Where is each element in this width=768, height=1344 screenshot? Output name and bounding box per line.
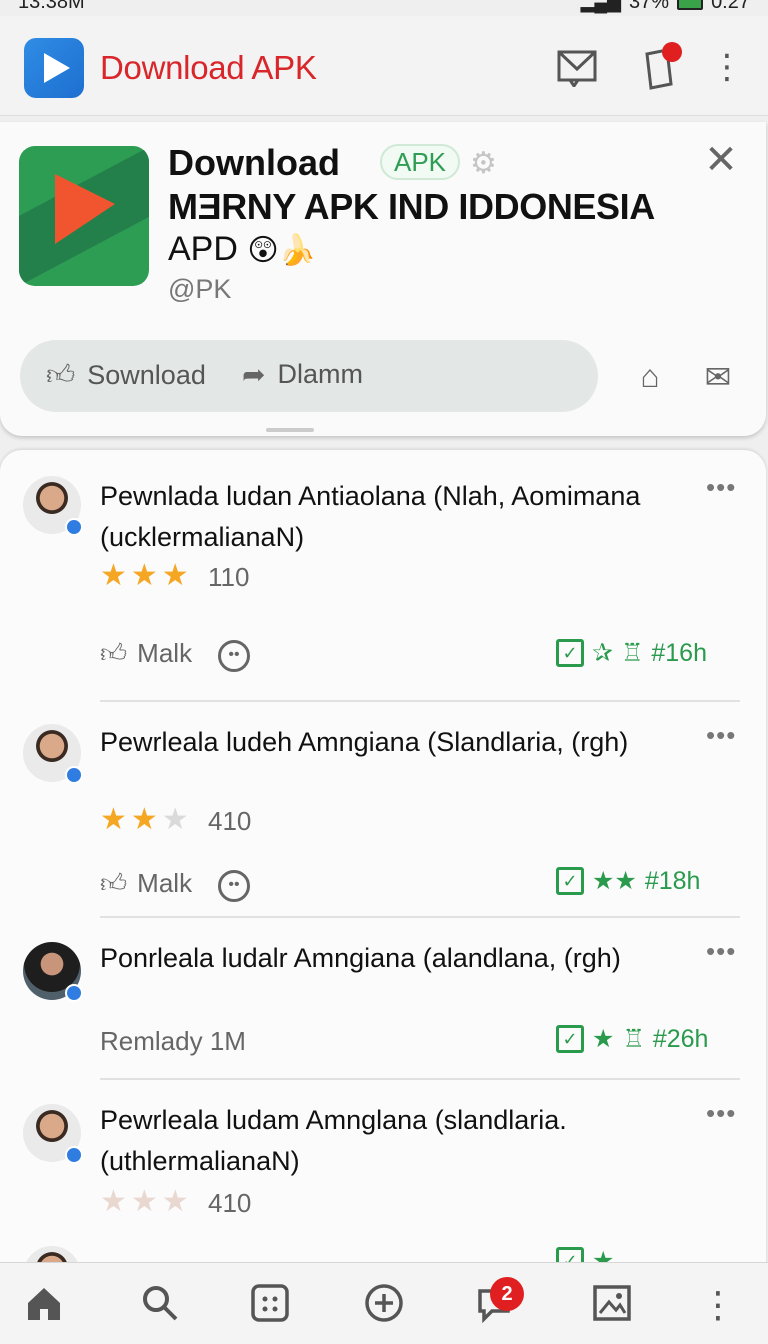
sownload-button[interactable]: 👍︎ Sownload xyxy=(46,358,206,392)
rating-stars: ★★★ xyxy=(100,803,193,836)
thumbs-up-icon: 👍︎ xyxy=(100,868,128,898)
more-vert-icon[interactable]: ⋮ xyxy=(702,42,752,92)
star-icon: ✰ xyxy=(592,639,613,667)
app-logo[interactable] xyxy=(24,38,84,98)
like-label: Malk xyxy=(137,868,193,898)
avatar[interactable] xyxy=(23,476,83,536)
status-bar: 13:38M ▂▄▆ 37% 0:27 xyxy=(0,0,768,14)
battery-percent: 37% xyxy=(629,0,670,13)
comment-icon[interactable]: •• xyxy=(218,870,250,902)
dlamm-button[interactable]: ➦ Dlamm xyxy=(242,358,363,391)
app-handle: @PK xyxy=(168,274,232,304)
settings-badge-icon xyxy=(662,42,682,62)
avatar[interactable] xyxy=(23,942,83,1002)
secondary-text: Remlady 1M xyxy=(100,1026,246,1056)
envelope-icon[interactable]: ✉ xyxy=(696,358,740,398)
add-icon[interactable] xyxy=(360,1283,408,1327)
rating-stars: ★★★ xyxy=(100,559,193,592)
mail-icon[interactable] xyxy=(552,42,602,92)
signal-icon: ▂▄▆ xyxy=(580,0,622,12)
like-label: Malk xyxy=(137,638,193,668)
app-bar: Download APK ⋮ xyxy=(0,16,768,116)
review-time: #26h xyxy=(652,1024,709,1053)
more-vert-icon[interactable]: ⋮ xyxy=(694,1283,742,1327)
review-meta: ✓ ✰ ♖ #16h xyxy=(556,638,707,668)
more-icon[interactable]: ••• xyxy=(706,936,736,967)
verified-icon xyxy=(65,766,83,784)
review-text: Pewnlada ludan Antiaolana (Nlah, Aomiman… xyxy=(100,481,641,552)
more-icon[interactable]: ••• xyxy=(706,472,736,503)
app-name-line3: APD 😲🍌 xyxy=(168,230,316,269)
thumbs-up-icon: 👍︎ xyxy=(100,638,128,668)
avatar[interactable] xyxy=(23,724,83,784)
review-text: Pewrleala ludeh Amngiana (Slandlaria, (r… xyxy=(100,727,629,757)
divider xyxy=(100,916,740,918)
rating-stars: ★★★ xyxy=(100,1185,193,1218)
apps-icon[interactable] xyxy=(246,1283,294,1327)
like-button[interactable]: 👍︎ Malk xyxy=(100,638,192,669)
comment-icon[interactable]: •• xyxy=(218,640,250,672)
action-pill: 👍︎ Sownload ➦ Dlamm xyxy=(20,340,598,412)
bottom-nav: 2 ⋮ xyxy=(0,1262,768,1344)
apk-chip[interactable]: APK xyxy=(380,144,461,180)
check-icon: ✓ xyxy=(556,639,584,667)
app-icon xyxy=(19,146,149,286)
status-time: 13:38M xyxy=(18,0,85,13)
home-icon[interactable] xyxy=(20,1283,68,1327)
rating-count: 410 xyxy=(208,806,252,836)
star-icon: ★★ xyxy=(592,867,637,895)
search-icon[interactable] xyxy=(136,1283,184,1327)
gift-icon: ♖ xyxy=(622,1025,645,1053)
bookmark-icon[interactable]: ⌂ xyxy=(630,358,670,398)
sownload-label: Sownload xyxy=(87,359,206,390)
share-icon: ➦ xyxy=(242,359,266,390)
review-meta: ✓ ★ ♖ #26h xyxy=(556,1024,708,1054)
status-icons: ▂▄▆ 37% 0:27 xyxy=(581,0,750,14)
review-time: #16h xyxy=(651,638,707,667)
tag-icon[interactable] xyxy=(634,42,684,92)
drag-handle[interactable] xyxy=(266,428,314,432)
reviews-list: Pewnlada ludan Antiaolana (Nlah, Aomiman… xyxy=(0,450,766,1270)
check-icon: ✓ xyxy=(556,867,584,895)
review-text: Ponrleala ludalr Amngiana (alandlana, (r… xyxy=(100,943,621,973)
dlamm-label: Dlamm xyxy=(277,359,363,389)
verified-icon xyxy=(65,518,83,536)
app-name-line2: MƎRNY APK IND IDDONESIA xyxy=(168,186,655,227)
avatar[interactable] xyxy=(23,1104,83,1164)
app-name-line1: Download xyxy=(168,142,340,183)
more-icon[interactable]: ••• xyxy=(706,1098,736,1129)
more-icon[interactable]: ••• xyxy=(706,720,736,751)
gear-icon[interactable]: ⚙ xyxy=(470,146,497,181)
app-name-line3-text: APD xyxy=(168,230,238,268)
like-button[interactable]: 👍︎ Malk xyxy=(100,868,192,899)
rating-count: 110 xyxy=(208,562,250,592)
rating-count: 410 xyxy=(208,1188,252,1218)
thumbs-up-icon: 👍︎ xyxy=(46,359,76,390)
notification-badge: 2 xyxy=(490,1277,524,1311)
review-time: #18h xyxy=(644,866,701,895)
review-meta: ✓ ★★ #18h xyxy=(556,866,700,896)
review-text: Pewrleala ludam Amnglana (slandlaria. (u… xyxy=(100,1105,567,1176)
gallery-icon[interactable] xyxy=(588,1283,636,1327)
divider xyxy=(100,700,740,702)
app-header-card: Download APK ⚙ MƎRNY APK IND IDDONESIA A… xyxy=(0,122,766,436)
star-icon: ★ xyxy=(592,1025,615,1053)
close-icon[interactable]: ✕ xyxy=(700,140,742,182)
app-title: Download APK xyxy=(100,49,317,86)
emoji-icon: 😲🍌 xyxy=(247,234,317,267)
gift-icon: ♖ xyxy=(620,639,644,667)
check-icon: ✓ xyxy=(556,1025,584,1053)
divider xyxy=(100,1078,740,1080)
battery-icon xyxy=(677,0,704,10)
status-clock: 0:27 xyxy=(711,0,750,13)
verified-icon xyxy=(65,1146,83,1164)
verified-icon xyxy=(65,984,83,1002)
